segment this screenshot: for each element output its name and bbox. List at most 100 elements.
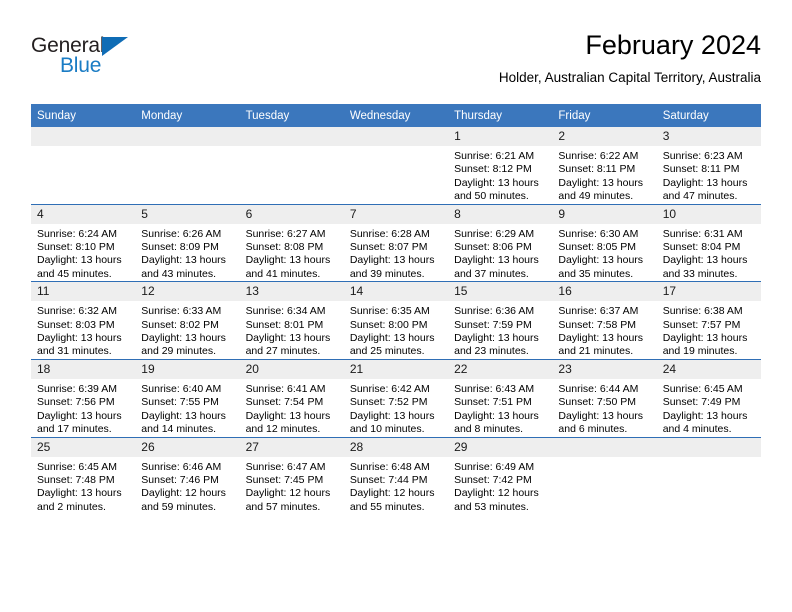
day-details: Sunrise: 6:45 AM Sunset: 7:48 PM Daylight:… (31, 457, 135, 515)
daylight-text-line2: and 53 minutes. (454, 500, 529, 513)
sunset-text: Sunset: 8:02 PM (141, 318, 219, 331)
sunset-text: Sunset: 8:07 PM (349, 241, 428, 254)
day-number: 8 (448, 204, 553, 224)
daylight-text-line2: and 27 minutes. (245, 345, 321, 358)
daylight-text-line1: Daylight: 13 hours (245, 254, 331, 267)
day-details: Sunrise: 6:43 AM Sunset: 7:51 PM Daylight:… (448, 379, 552, 437)
sunset-text: Sunset: 7:46 PM (141, 473, 219, 486)
calendar-day-cell[interactable]: 26 Sunrise: 6:46 AM Sunset: 7:46 PM Dayligh… (135, 436, 240, 515)
calendar-day-cell[interactable]: 12 Sunrise: 6:33 AM Sunset: 8:02 PM Dayligh… (135, 281, 240, 360)
calendar-day-cell[interactable]: 22 Sunrise: 6:43 AM Sunset: 7:51 PM Dayligh… (448, 358, 553, 437)
day-number: 4 (31, 204, 136, 224)
calendar-day-cell[interactable]: 19 Sunrise: 6:40 AM Sunset: 7:55 PM Dayligh… (135, 358, 240, 437)
calendar-page: General Blue February 2024 Holder, Austr… (0, 0, 792, 612)
daylight-text-line2: and 23 minutes. (454, 345, 529, 358)
calendar-day-cell[interactable]: 8 Sunrise: 6:29 AM Sunset: 8:06 PM Daylight… (448, 203, 553, 282)
daylight-text-line1: Daylight: 13 hours (662, 332, 748, 345)
calendar-empty-cell (552, 436, 657, 515)
daylight-text-line2: and 19 minutes. (662, 345, 738, 358)
calendar-day-cell[interactable]: 5 Sunrise: 6:26 AM Sunset: 8:09 PM Daylight… (135, 203, 240, 282)
daylight-text-line1: Daylight: 12 hours (454, 487, 539, 500)
calendar-week-row: 1 Sunrise: 6:21 AM Sunset: 8:12 PM Daylight… (31, 127, 761, 204)
sunset-text: Sunset: 7:48 PM (37, 473, 115, 486)
calendar-day-cell[interactable]: 4 Sunrise: 6:24 AM Sunset: 8:10 PM Daylight… (31, 203, 136, 282)
day-number: 1 (448, 127, 553, 146)
calendar-day-cell[interactable]: 18 Sunrise: 6:39 AM Sunset: 7:56 PM Dayligh… (31, 358, 136, 437)
daylight-text-line1: Daylight: 13 hours (37, 487, 122, 500)
day-details: Sunrise: 6:49 AM Sunset: 7:42 PM Daylight:… (448, 457, 552, 515)
calendar-day-cell[interactable]: 6 Sunrise: 6:27 AM Sunset: 8:08 PM Daylight… (239, 203, 344, 282)
daylight-text-line1: Daylight: 13 hours (558, 254, 644, 267)
daylight-text-line1: Daylight: 13 hours (245, 409, 331, 422)
logo-text-blue: Blue (60, 54, 102, 77)
calendar-day-cell[interactable]: 1 Sunrise: 6:21 AM Sunset: 8:12 PM Daylight… (448, 127, 553, 204)
sunset-text: Sunset: 7:45 PM (245, 473, 324, 486)
sunrise-text: Sunrise: 6:46 AM (141, 460, 222, 473)
weekday-header-wednesday: Wednesday (343, 104, 449, 127)
sunset-text: Sunset: 7:54 PM (245, 396, 324, 409)
sunrise-text: Sunrise: 6:39 AM (37, 382, 117, 395)
day-details: Sunrise: 6:36 AM Sunset: 7:59 PM Daylight:… (448, 301, 552, 359)
calendar-day-cell[interactable]: 10 Sunrise: 6:31 AM Sunset: 8:04 PM Dayligh… (656, 203, 761, 282)
sunrise-text: Sunrise: 6:21 AM (454, 150, 535, 162)
calendar-header-row: Sunday Monday Tuesday Wednesday Thursday… (31, 104, 761, 127)
calendar-day-cell[interactable]: 21 Sunrise: 6:42 AM Sunset: 7:52 PM Dayligh… (343, 358, 449, 437)
calendar-day-cell[interactable]: 7 Sunrise: 6:28 AM Sunset: 8:07 PM Daylight… (343, 203, 449, 282)
day-number: 29 (448, 437, 553, 457)
daylight-text-line2: and 14 minutes. (141, 423, 216, 436)
calendar-day-cell[interactable]: 15 Sunrise: 6:36 AM Sunset: 7:59 PM Dayligh… (448, 281, 553, 360)
daylight-text-line1: Daylight: 13 hours (558, 409, 644, 422)
sunset-text: Sunset: 8:01 PM (245, 318, 324, 331)
day-details: Sunrise: 6:35 AM Sunset: 8:00 PM Daylight:… (344, 301, 448, 359)
calendar-day-cell[interactable]: 2 Sunrise: 6:22 AM Sunset: 8:11 PM Daylight… (552, 127, 657, 204)
daylight-text-line2: and 57 minutes. (245, 500, 321, 513)
day-number: 13 (239, 282, 344, 302)
calendar-day-cell[interactable]: 17 Sunrise: 6:38 AM Sunset: 7:57 PM Dayligh… (656, 281, 761, 360)
day-number: 21 (343, 359, 449, 379)
day-details: Sunrise: 6:26 AM Sunset: 8:09 PM Daylight:… (135, 224, 239, 282)
daylight-text-line2: and 35 minutes. (558, 267, 634, 280)
day-details: Sunrise: 6:32 AM Sunset: 8:03 PM Daylight:… (31, 301, 135, 359)
sunrise-text: Sunrise: 6:48 AM (349, 460, 430, 473)
page-header: General Blue February 2024 Holder, Austr… (31, 28, 761, 98)
day-number: 2 (552, 127, 657, 146)
calendar-week-row: 4 Sunrise: 6:24 AM Sunset: 8:10 PM Daylight… (31, 203, 761, 282)
calendar-day-cell[interactable]: 28 Sunrise: 6:48 AM Sunset: 7:44 PM Dayligh… (343, 436, 449, 515)
calendar-day-cell[interactable]: 23 Sunrise: 6:44 AM Sunset: 7:50 PM Dayligh… (552, 358, 657, 437)
sunrise-text: Sunrise: 6:49 AM (454, 460, 535, 473)
daylight-text-line1: Daylight: 12 hours (349, 487, 435, 500)
sunrise-text: Sunrise: 6:27 AM (245, 227, 326, 240)
day-details (657, 457, 761, 461)
daylight-text-line1: Daylight: 13 hours (662, 409, 748, 422)
day-details: Sunrise: 6:23 AM Sunset: 8:11 PM Daylight:… (657, 146, 761, 204)
calendar-day-cell[interactable]: 25 Sunrise: 6:45 AM Sunset: 7:48 PM Dayligh… (31, 436, 136, 515)
day-details: Sunrise: 6:45 AM Sunset: 7:49 PM Daylight:… (657, 379, 761, 437)
day-number: 16 (552, 282, 657, 302)
day-details: Sunrise: 6:28 AM Sunset: 8:07 PM Daylight:… (344, 224, 448, 282)
calendar-day-cell[interactable]: 16 Sunrise: 6:37 AM Sunset: 7:58 PM Dayligh… (552, 281, 657, 360)
daylight-text-line1: Daylight: 12 hours (141, 487, 226, 500)
calendar-day-cell[interactable]: 13 Sunrise: 6:34 AM Sunset: 8:01 PM Dayligh… (239, 281, 344, 360)
calendar-day-cell[interactable]: 11 Sunrise: 6:32 AM Sunset: 8:03 PM Dayligh… (31, 281, 136, 360)
day-number: 23 (552, 359, 657, 379)
calendar-day-cell[interactable]: 24 Sunrise: 6:45 AM Sunset: 7:49 PM Dayligh… (656, 358, 761, 437)
daylight-text-line1: Daylight: 13 hours (454, 254, 539, 267)
day-number: 5 (135, 204, 240, 224)
generalblue-logo[interactable]: General Blue (31, 34, 191, 86)
sunset-text: Sunset: 7:42 PM (454, 473, 532, 486)
calendar-day-cell[interactable]: 20 Sunrise: 6:41 AM Sunset: 7:54 PM Dayligh… (239, 358, 344, 437)
calendar-day-cell[interactable]: 9 Sunrise: 6:30 AM Sunset: 8:05 PM Daylight… (552, 203, 657, 282)
daylight-text-line1: Daylight: 13 hours (37, 254, 122, 267)
day-details: Sunrise: 6:29 AM Sunset: 8:06 PM Daylight:… (448, 224, 552, 282)
daylight-text-line1: Daylight: 13 hours (349, 254, 435, 267)
day-number: 11 (31, 282, 136, 302)
calendar-day-cell[interactable]: 29 Sunrise: 6:49 AM Sunset: 7:42 PM Dayligh… (448, 436, 553, 515)
calendar-day-cell[interactable]: 14 Sunrise: 6:35 AM Sunset: 8:00 PM Dayligh… (343, 281, 449, 360)
weekday-header-monday: Monday (135, 104, 240, 127)
calendar-day-cell[interactable]: 27 Sunrise: 6:47 AM Sunset: 7:45 PM Dayligh… (239, 436, 344, 515)
sunset-text: Sunset: 7:44 PM (349, 473, 428, 486)
calendar-day-cell[interactable]: 3 Sunrise: 6:23 AM Sunset: 8:11 PM Daylight… (656, 127, 761, 204)
daylight-text-line1: Daylight: 13 hours (558, 332, 644, 345)
sunrise-text: Sunrise: 6:45 AM (662, 382, 743, 395)
day-number: 26 (135, 437, 240, 457)
